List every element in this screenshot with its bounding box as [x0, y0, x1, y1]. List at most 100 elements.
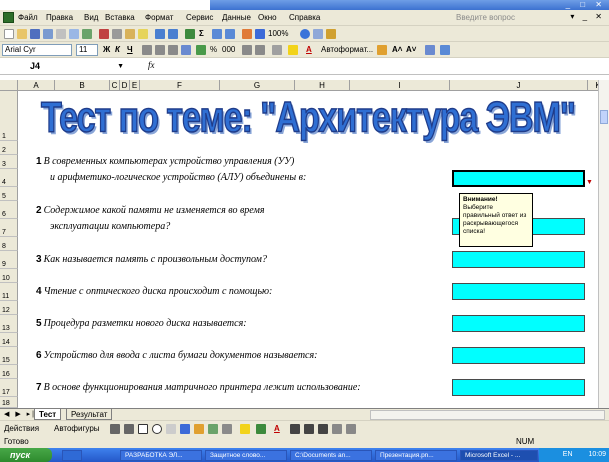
draw-font-color-icon[interactable]: A: [274, 424, 280, 433]
redo-icon[interactable]: [168, 29, 178, 39]
draw-actions-menu[interactable]: Действия: [4, 424, 39, 433]
options-icon[interactable]: [326, 29, 336, 39]
answer-cell-7[interactable]: [452, 379, 585, 396]
drawing-icon[interactable]: [255, 29, 265, 39]
textbox-icon[interactable]: [166, 424, 176, 434]
grow-font-icon[interactable]: A˄: [392, 45, 402, 54]
tab-nav-arrows-icon[interactable]: ◀ ▶ ▸|: [4, 410, 36, 418]
row-header[interactable]: 13: [0, 315, 18, 333]
font-size-select[interactable]: 11: [76, 44, 98, 56]
undo-icon[interactable]: [155, 29, 165, 39]
col-header-j[interactable]: J: [450, 80, 588, 91]
sort-asc-icon[interactable]: [212, 29, 222, 39]
autoformat-icon[interactable]: [377, 45, 387, 55]
increase-indent-icon[interactable]: [255, 45, 265, 55]
menu-data[interactable]: Данные: [222, 13, 251, 22]
help-search-input[interactable]: Введите вопрос: [456, 12, 576, 24]
row-header[interactable]: 16: [0, 365, 18, 379]
fill-color-icon[interactable]: [288, 45, 298, 55]
row-header[interactable]: 12: [0, 301, 18, 315]
select-all-corner[interactable]: [0, 80, 18, 91]
col-header-a[interactable]: A: [18, 80, 55, 91]
menu-format[interactable]: Формат: [145, 13, 173, 22]
print-icon[interactable]: [56, 29, 66, 39]
row-header[interactable]: 11: [0, 283, 18, 301]
thousands-button[interactable]: 000: [222, 45, 235, 54]
arrow-icon[interactable]: [124, 424, 134, 434]
answer-cell-3[interactable]: [452, 251, 585, 268]
currency-icon[interactable]: [196, 45, 206, 55]
underline-button[interactable]: Ч: [127, 45, 133, 54]
menu-help[interactable]: Справка: [289, 13, 320, 22]
merge-center-icon[interactable]: [181, 45, 191, 55]
font-color-icon[interactable]: A: [306, 45, 312, 54]
row-header[interactable]: 7: [0, 219, 18, 237]
row-header[interactable]: 14: [0, 333, 18, 347]
3d-icon[interactable]: [346, 424, 356, 434]
doc-window-controls[interactable]: ▾ _ ✕: [570, 12, 605, 21]
row-header[interactable]: 17: [0, 379, 18, 397]
col-header-c[interactable]: C: [110, 80, 120, 91]
window-controls[interactable]: _ □ ✕: [566, 0, 606, 9]
row-header[interactable]: 1: [0, 91, 18, 141]
start-button[interactable]: пуск: [0, 448, 52, 462]
align-center-icon[interactable]: [155, 45, 165, 55]
format-painter-icon[interactable]: [138, 29, 148, 39]
chart-wizard-icon[interactable]: [242, 29, 252, 39]
toolbar-options-icon[interactable]: [440, 45, 450, 55]
permission-icon[interactable]: [43, 29, 53, 39]
shadow-icon[interactable]: [332, 424, 342, 434]
worksheet-grid[interactable]: A B C D E F G H I J K 1 2 3 4 5 6 7 8 9 …: [0, 80, 609, 408]
line-color-icon[interactable]: [256, 424, 266, 434]
row-header[interactable]: 18: [0, 397, 18, 408]
line-style-icon[interactable]: [290, 424, 300, 434]
tab-result[interactable]: Результат: [66, 409, 113, 420]
shrink-font-icon[interactable]: A˅: [406, 45, 416, 54]
autosum-icon[interactable]: Σ: [199, 29, 204, 38]
language-indicator[interactable]: EN: [563, 451, 573, 458]
row-header[interactable]: 5: [0, 187, 18, 201]
taskbar-item[interactable]: Защитное слово...: [205, 450, 287, 461]
col-header-i[interactable]: I: [350, 80, 450, 91]
menu-view[interactable]: Вид: [84, 13, 98, 22]
borders-icon[interactable]: [272, 45, 282, 55]
menu-edit[interactable]: Правка: [46, 13, 73, 22]
new-icon[interactable]: [4, 29, 14, 39]
decrease-indent-icon[interactable]: [242, 45, 252, 55]
horizontal-scrollbar[interactable]: [370, 410, 605, 420]
save-icon[interactable]: [30, 29, 40, 39]
wordart-icon[interactable]: [180, 424, 190, 434]
zoom-select[interactable]: 100%: [268, 29, 288, 38]
help-icon[interactable]: [300, 29, 310, 39]
line-icon[interactable]: [110, 424, 120, 434]
answer-cell-5[interactable]: [452, 315, 585, 332]
dash-style-icon[interactable]: [304, 424, 314, 434]
col-header-h[interactable]: H: [295, 80, 350, 91]
clipart-icon[interactable]: [208, 424, 218, 434]
row-header[interactable]: 15: [0, 347, 18, 365]
col-header-f[interactable]: F: [140, 80, 220, 91]
row-header[interactable]: 2: [0, 141, 18, 155]
tab-test[interactable]: Тест: [34, 409, 62, 420]
row-header[interactable]: 10: [0, 269, 18, 283]
taskbar-item[interactable]: РАЗРАБОТКА ЭЛ...: [120, 450, 202, 461]
rectangle-icon[interactable]: [138, 424, 148, 434]
col-header-g[interactable]: G: [220, 80, 295, 91]
taskbar-item[interactable]: Презентация.pn...: [375, 450, 457, 461]
sort-desc-icon[interactable]: [225, 29, 235, 39]
answer-cell-6[interactable]: [452, 347, 585, 364]
col-header-d[interactable]: D: [120, 80, 130, 91]
row-header[interactable]: 8: [0, 237, 18, 251]
chevron-down-icon[interactable]: ▼: [117, 60, 124, 73]
fx-icon[interactable]: fx: [148, 60, 155, 70]
dropdown-arrow-icon[interactable]: ▼: [586, 179, 593, 186]
hyperlink-icon[interactable]: [185, 29, 195, 39]
menu-tools[interactable]: Сервис: [186, 13, 213, 22]
align-right-icon[interactable]: [168, 45, 178, 55]
row-header[interactable]: 4: [0, 169, 18, 187]
text-direction-icon[interactable]: [425, 45, 435, 55]
menu-file[interactable]: Файл: [18, 13, 38, 22]
row-header[interactable]: 6: [0, 201, 18, 219]
autoshapes-menu[interactable]: Автофигуры: [54, 424, 100, 433]
taskbar-item-active[interactable]: Microsoft Excel - ...: [460, 450, 538, 461]
